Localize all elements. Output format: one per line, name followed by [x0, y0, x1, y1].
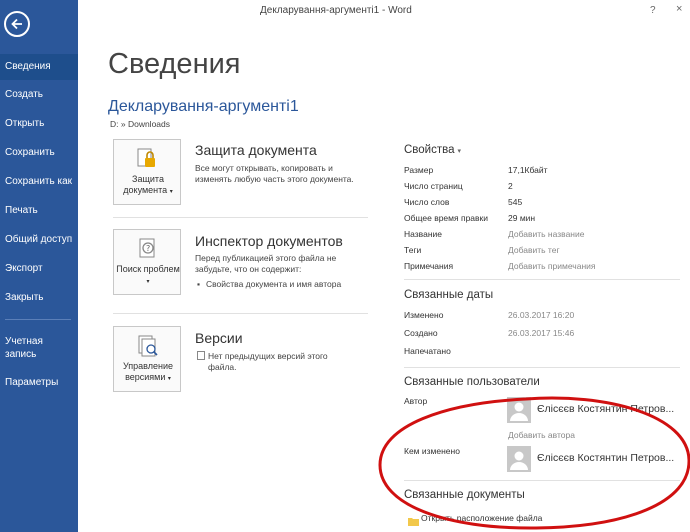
manage-versions-label: Управление версиями ▾ [122, 361, 174, 382]
separator [404, 279, 680, 280]
nav-info[interactable]: Сведения [0, 54, 78, 80]
prop-words-value: 545 [508, 197, 523, 207]
separator [113, 217, 368, 218]
prop-comments-input[interactable]: Добавить примечания [508, 261, 596, 271]
modified-by-name[interactable]: Єлісєєв Костянтин Петров... [537, 452, 674, 464]
inspect-document-icon: ? [136, 236, 160, 260]
nav-print[interactable]: Печать [0, 198, 78, 224]
nav-share[interactable]: Общий доступ [0, 227, 78, 253]
nav-save-as[interactable]: Сохранить как [0, 169, 78, 195]
related-dates-title: Связанные даты [404, 289, 494, 301]
prop-edit-time-label: Общее время правки [404, 213, 489, 223]
prop-size-value: 17,1Кбайт [508, 165, 548, 175]
inspector-description: Перед публикацией этого файла не забудьт… [195, 253, 337, 274]
date-created-label: Создано [404, 328, 438, 338]
protect-title: Защита документа [195, 142, 317, 158]
nav-account[interactable]: Учетная запись [0, 333, 60, 363]
date-modified-value: 26.03.2017 16:20 [508, 310, 575, 320]
modified-by-avatar [507, 446, 531, 472]
related-docs-title: Связанные документы [404, 489, 525, 501]
nav-new[interactable]: Создать [0, 82, 78, 108]
author-label: Автор [404, 396, 428, 406]
separator [404, 367, 680, 368]
nav-export[interactable]: Экспорт [0, 256, 78, 282]
properties-title[interactable]: Свойства ▾ [404, 144, 461, 156]
protect-document-button[interactable]: Защита документа ▾ [113, 139, 181, 205]
close-icon[interactable]: × [676, 3, 682, 15]
manage-versions-button[interactable]: Управление версиями ▾ [113, 326, 181, 392]
folder-icon [408, 513, 419, 531]
chevron-down-icon: ▾ [457, 148, 462, 155]
nav-open[interactable]: Открыть [0, 111, 78, 137]
prop-pages-value: 2 [508, 181, 513, 191]
document-path[interactable]: D: » Downloads [110, 119, 170, 129]
separator [113, 313, 368, 314]
prop-size-label: Размер [404, 165, 434, 175]
prop-tags-input[interactable]: Добавить тег [508, 245, 560, 255]
versions-title: Версии [195, 330, 243, 346]
prop-title-label: Название [404, 229, 442, 239]
prop-pages-label: Число страниц [404, 181, 463, 191]
date-printed-label: Напечатано [404, 346, 451, 356]
back-arrow-icon[interactable] [4, 11, 30, 37]
check-issues-button[interactable]: ? Поиск проблем ▾ [113, 229, 181, 295]
nav-options[interactable]: Параметры [0, 370, 78, 396]
document-name: Декларування-аргументі1 [108, 98, 299, 115]
protect-document-label: Защита документа ▾ [123, 174, 173, 195]
svg-text:?: ? [146, 244, 150, 253]
window-title: Декларування-аргументі1 - Word [260, 5, 412, 16]
inspector-title: Инспектор документов [195, 233, 343, 249]
prop-words-label: Число слов [404, 197, 450, 207]
check-issues-label: Поиск проблем ▾ [116, 264, 180, 285]
prop-comments-label: Примечания [404, 261, 454, 271]
author-avatar [507, 397, 531, 423]
add-author-link[interactable]: Добавить автора [508, 430, 575, 440]
nav-save[interactable]: Сохранить [0, 140, 78, 166]
protect-description: Все могут открывать, копировать и изменя… [195, 163, 354, 184]
prop-tags-label: Теги [404, 245, 422, 255]
modified-by-label: Кем изменено [404, 446, 460, 456]
separator [404, 480, 680, 481]
prop-edit-time-value: 29 мин [508, 213, 536, 223]
date-created-value: 26.03.2017 15:46 [508, 328, 575, 338]
prop-title-input[interactable]: Добавить название [508, 229, 584, 239]
nav-close[interactable]: Закрыть [0, 285, 78, 311]
lock-key-icon [136, 146, 160, 170]
page-title: Сведения [108, 48, 241, 80]
versions-icon [136, 333, 160, 357]
backstage-sidebar: Сведения Создать Открыть Сохранить Сохра… [0, 0, 78, 532]
versions-doc-icon [197, 351, 205, 363]
related-people-title: Связанные пользователи [404, 376, 540, 388]
nav-divider [5, 319, 71, 320]
open-file-location-link[interactable]: Открыть расположение файла [421, 513, 542, 523]
author-name[interactable]: Єлісєєв Костянтин Петров... [537, 403, 674, 415]
help-icon[interactable]: ? [650, 5, 656, 16]
date-modified-label: Изменено [404, 310, 444, 320]
